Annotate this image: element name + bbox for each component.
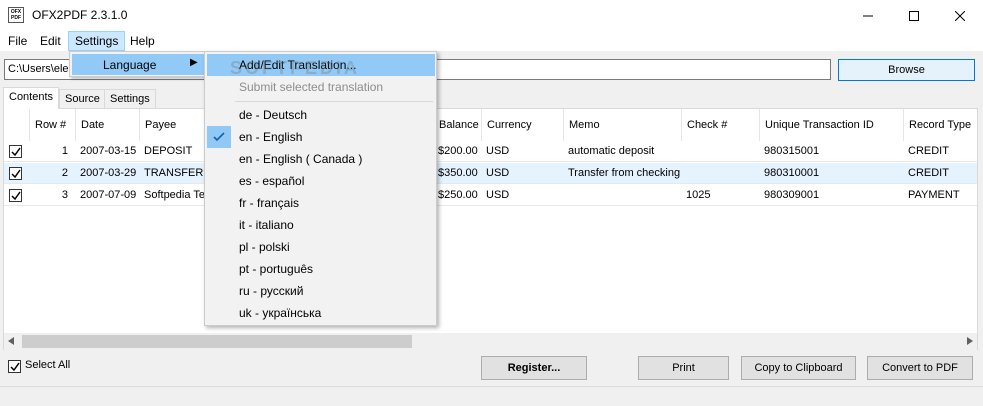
cell-check-number: 1025 (686, 189, 711, 201)
checkmark-icon (11, 169, 21, 179)
cell-memo: automatic deposit (568, 145, 655, 157)
menu-item-lang-de[interactable]: de - Deutsch (207, 104, 435, 126)
menu-item-language-label: Language (103, 58, 157, 72)
cell-date: 2007-03-29 (80, 167, 137, 179)
scrollbar-thumb[interactable] (22, 335, 412, 348)
menu-item-lang-es[interactable]: es - español (207, 170, 435, 192)
column-header-date[interactable]: Date (76, 109, 140, 141)
column-header-row[interactable]: Row # (30, 109, 76, 141)
cell-payee: TRANSFER (144, 167, 204, 179)
menu-file[interactable]: File (2, 31, 33, 51)
menu-item-lang-en[interactable]: en - English (207, 126, 435, 148)
table-row[interactable]: 3 2007-07-09 Softpedia Te $250.00 USD 10… (4, 185, 977, 206)
tab-source[interactable]: Source (59, 89, 106, 108)
cell-balance: $250.00 (438, 189, 478, 201)
convert-to-pdf-button[interactable]: Convert to PDF (867, 356, 973, 380)
tab-settings[interactable]: Settings (104, 89, 156, 108)
cell-balance: $200.00 (438, 145, 478, 157)
column-header-currency[interactable]: Currency (482, 109, 564, 141)
menu-bar: File Edit Settings Help (0, 31, 983, 51)
cell-balance: $350.00 (438, 167, 478, 179)
cell-unique-id: 980310001 (764, 167, 820, 179)
app-icon: OFX PDF (8, 7, 24, 23)
maximize-button[interactable] (891, 0, 937, 31)
horizontal-scrollbar[interactable] (4, 333, 977, 350)
browse-button[interactable]: Browse (838, 59, 975, 81)
select-all-label: Select All (25, 359, 71, 371)
register-button[interactable]: Register... (481, 356, 587, 380)
print-button[interactable]: Print (638, 356, 729, 380)
cell-record-type: CREDIT (908, 167, 949, 179)
cell-unique-id: 980309001 (764, 189, 820, 201)
scroll-left-icon[interactable] (7, 337, 15, 346)
cell-row: 3 (61, 189, 68, 201)
menu-item-lang-it[interactable]: it - italiano (207, 214, 435, 236)
scroll-right-icon[interactable] (966, 337, 974, 346)
column-header-memo[interactable]: Memo (564, 109, 682, 141)
column-header-record-type[interactable]: Record Type (904, 109, 977, 141)
column-header-check-number[interactable]: Check # (682, 109, 760, 141)
column-header-balance[interactable]: Balance (434, 109, 482, 141)
window-title: OFX2PDF 2.3.1.0 (32, 8, 128, 22)
cell-payee: Softpedia Te (144, 189, 205, 201)
table-row[interactable]: 2 2007-03-29 TRANSFER $350.00 USD Transf… (4, 163, 977, 184)
checkmark-icon (10, 362, 20, 372)
menu-item-lang-en-ca[interactable]: en - English ( Canada ) (207, 148, 435, 170)
minimize-icon (863, 15, 873, 16)
select-all-checkbox[interactable] (8, 360, 21, 373)
column-header-unique-id[interactable]: Unique Transaction ID (760, 109, 904, 141)
transactions-grid: Row # Date Payee Balance Currency Memo C… (3, 108, 978, 350)
minimize-button[interactable] (845, 0, 891, 31)
cell-record-type: CREDIT (908, 145, 949, 157)
menu-item-lang-pt[interactable]: pt - português (207, 258, 435, 280)
cell-payee: DEPOSIT (144, 145, 193, 157)
tab-contents[interactable]: Contents (3, 87, 60, 109)
menu-item-language[interactable]: Language ▶ (72, 54, 205, 75)
cell-currency: USD (486, 167, 510, 179)
menu-separator (235, 101, 433, 102)
status-bar (0, 386, 983, 406)
menu-item-lang-uk[interactable]: uk - українська (207, 302, 435, 324)
copy-to-clipboard-button[interactable]: Copy to Clipboard (741, 356, 856, 380)
menu-item-lang-fr[interactable]: fr - français (207, 192, 435, 214)
language-submenu: Add/Edit Translation... Submit selected … (204, 51, 437, 326)
cell-check-number (682, 141, 760, 162)
cell-currency: USD (486, 189, 510, 201)
watermark: SOFTPEDIA (230, 58, 361, 78)
menu-item-submit-translation: Submit selected translation (239, 80, 384, 94)
cell-memo: Transfer from checking (568, 167, 681, 179)
menu-item-lang-pl[interactable]: pl - polski (207, 236, 435, 258)
row-checkbox[interactable] (9, 167, 22, 180)
submenu-arrow-icon: ▶ (190, 57, 198, 68)
cell-date: 2007-07-09 (80, 189, 137, 201)
cell-check-number (682, 163, 760, 184)
cell-date: 2007-03-15 (80, 145, 137, 157)
cell-memo (564, 185, 682, 206)
close-icon (955, 10, 965, 21)
menu-settings[interactable]: Settings (68, 31, 126, 51)
menu-help[interactable]: Help (124, 31, 161, 51)
settings-menu: Language ▶ (69, 51, 207, 77)
cell-row: 2 (61, 167, 68, 179)
cell-record-type: PAYMENT (908, 189, 960, 201)
checkmark-icon (11, 191, 21, 201)
maximize-icon (909, 10, 919, 21)
row-checkbox[interactable] (9, 189, 22, 202)
checkmark-icon (11, 147, 21, 157)
table-row[interactable]: 1 2007-03-15 DEPOSIT $200.00 USD automat… (4, 141, 977, 162)
column-header-check (4, 109, 30, 141)
menu-edit[interactable]: Edit (34, 31, 67, 51)
cell-row: 1 (61, 145, 68, 157)
menu-item-lang-ru[interactable]: ru - русский (207, 280, 435, 302)
title-bar: OFX PDF OFX2PDF 2.3.1.0 (0, 0, 983, 31)
row-checkbox[interactable] (9, 145, 22, 158)
close-button[interactable] (937, 0, 983, 31)
cell-unique-id: 980315001 (764, 145, 820, 157)
cell-currency: USD (486, 145, 510, 157)
